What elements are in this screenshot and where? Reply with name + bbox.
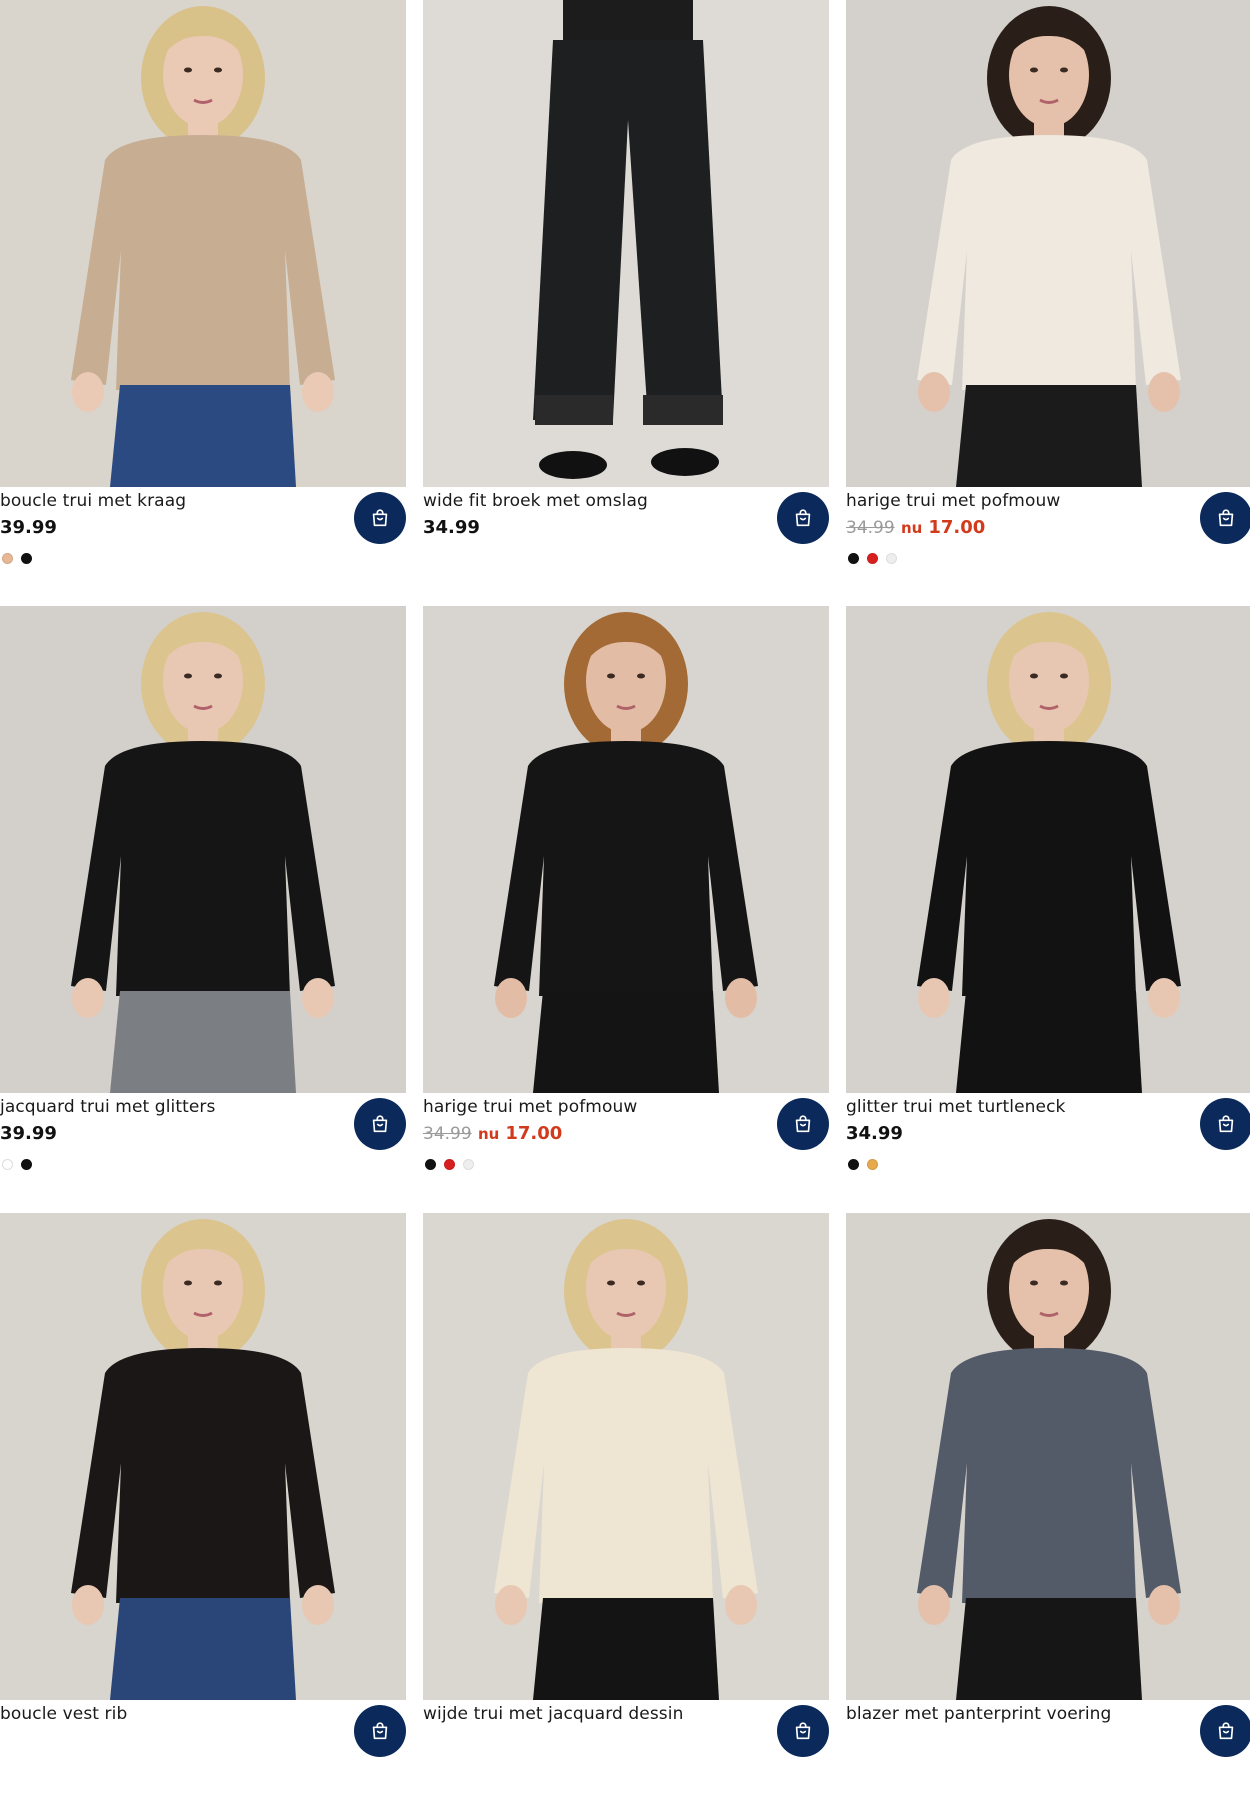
model-figure [423,0,829,487]
add-to-cart-button[interactable] [1200,1705,1250,1757]
model-figure [846,0,1250,487]
product-card[interactable]: boucle vest rib [0,1213,406,1820]
product-name[interactable]: blazer met panterprint voering [846,1704,1111,1724]
product-grid: boucle trui met kraag 39.99 wide fit broek… [0,0,1250,1757]
sale-label: nu [901,519,923,537]
shopping-bag-icon [372,1722,388,1740]
model-figure [423,606,829,1093]
model-figure [0,1213,406,1700]
color-swatch[interactable] [425,1159,436,1170]
model-figure [0,606,406,1093]
color-swatch[interactable] [886,553,897,564]
color-swatches [848,553,897,564]
shopping-bag-icon [795,1722,811,1740]
color-swatches [848,1159,878,1170]
product-name[interactable]: harige trui met pofmouw [423,1097,637,1117]
add-to-cart-button[interactable] [354,1705,406,1757]
product-card[interactable]: harige trui met pofmouw 34.99 nu 17.00 [846,0,1250,607]
product-name[interactable]: wide fit broek met omslag [423,491,648,511]
old-price: 34.99 [423,1124,472,1144]
sale-price: nu 17.00 [478,1123,562,1144]
model-figure [0,0,406,487]
product-card[interactable]: harige trui met pofmouw 34.99 nu 17.00 [423,606,829,1213]
color-swatch[interactable] [21,1159,32,1170]
product-price: 34.99 [846,1123,903,1144]
color-swatch[interactable] [2,553,13,564]
product-image[interactable] [423,1213,829,1700]
add-to-cart-button[interactable] [1200,492,1250,544]
shopping-bag-icon [1218,509,1234,527]
product-info: harige trui met pofmouw 34.99 nu 17.00 [423,1093,829,1213]
add-to-cart-button[interactable] [354,1098,406,1150]
product-card[interactable]: wijde trui met jacquard dessin [423,1213,829,1820]
color-swatch[interactable] [2,1159,13,1170]
add-to-cart-button[interactable] [777,492,829,544]
sale-price-value: 17.00 [928,517,986,538]
product-image[interactable] [0,606,406,1093]
product-name[interactable]: boucle vest rib [0,1704,127,1724]
product-name[interactable]: harige trui met pofmouw [846,491,1060,511]
color-swatch[interactable] [867,553,878,564]
product-info: jacquard trui met glitters 39.99 [0,1093,406,1213]
product-image[interactable] [846,1213,1250,1700]
product-image[interactable] [846,606,1250,1093]
model-figure [423,1213,829,1700]
product-card[interactable]: boucle trui met kraag 39.99 [0,0,406,607]
color-swatch[interactable] [463,1159,474,1170]
product-info: boucle trui met kraag 39.99 [0,487,406,607]
product-info: blazer met panterprint voering [846,1700,1250,1820]
product-image[interactable] [846,0,1250,487]
sale-price-value: 17.00 [505,1123,563,1144]
shopping-bag-icon [372,509,388,527]
shopping-bag-icon [1218,1722,1234,1740]
sale-price: nu 17.00 [901,517,985,538]
product-image[interactable] [423,0,829,487]
product-name[interactable]: boucle trui met kraag [0,491,186,511]
shopping-bag-icon [795,1115,811,1133]
color-swatch[interactable] [21,553,32,564]
add-to-cart-button[interactable] [354,492,406,544]
color-swatch[interactable] [848,1159,859,1170]
sale-label: nu [478,1125,500,1143]
color-swatch[interactable] [867,1159,878,1170]
product-info: harige trui met pofmouw 34.99 nu 17.00 [846,487,1250,607]
product-image[interactable] [423,606,829,1093]
product-image[interactable] [0,0,406,487]
color-swatches [425,1159,474,1170]
model-figure [846,606,1250,1093]
color-swatches [2,1159,32,1170]
shopping-bag-icon [372,1115,388,1133]
product-card[interactable]: wide fit broek met omslag 34.99 [423,0,829,607]
color-swatch[interactable] [444,1159,455,1170]
add-to-cart-button[interactable] [777,1098,829,1150]
product-info: boucle vest rib [0,1700,406,1820]
shopping-bag-icon [1218,1115,1234,1133]
product-name[interactable]: wijde trui met jacquard dessin [423,1704,683,1724]
product-card[interactable]: blazer met panterprint voering [846,1213,1250,1820]
product-info: wide fit broek met omslag 34.99 [423,487,829,607]
product-price: 39.99 [0,517,57,538]
color-swatch[interactable] [848,553,859,564]
product-price: 34.99 [423,517,480,538]
product-card[interactable]: glitter trui met turtleneck 34.99 [846,606,1250,1213]
product-card[interactable]: jacquard trui met glitters 39.99 [0,606,406,1213]
model-figure [846,1213,1250,1700]
color-swatches [2,553,32,564]
old-price: 34.99 [846,518,895,538]
product-name[interactable]: glitter trui met turtleneck [846,1097,1065,1117]
product-info: glitter trui met turtleneck 34.99 [846,1093,1250,1213]
product-info: wijde trui met jacquard dessin [423,1700,829,1820]
product-image[interactable] [0,1213,406,1700]
product-price: 39.99 [0,1123,57,1144]
product-name[interactable]: jacquard trui met glitters [0,1097,215,1117]
shopping-bag-icon [795,509,811,527]
add-to-cart-button[interactable] [777,1705,829,1757]
add-to-cart-button[interactable] [1200,1098,1250,1150]
